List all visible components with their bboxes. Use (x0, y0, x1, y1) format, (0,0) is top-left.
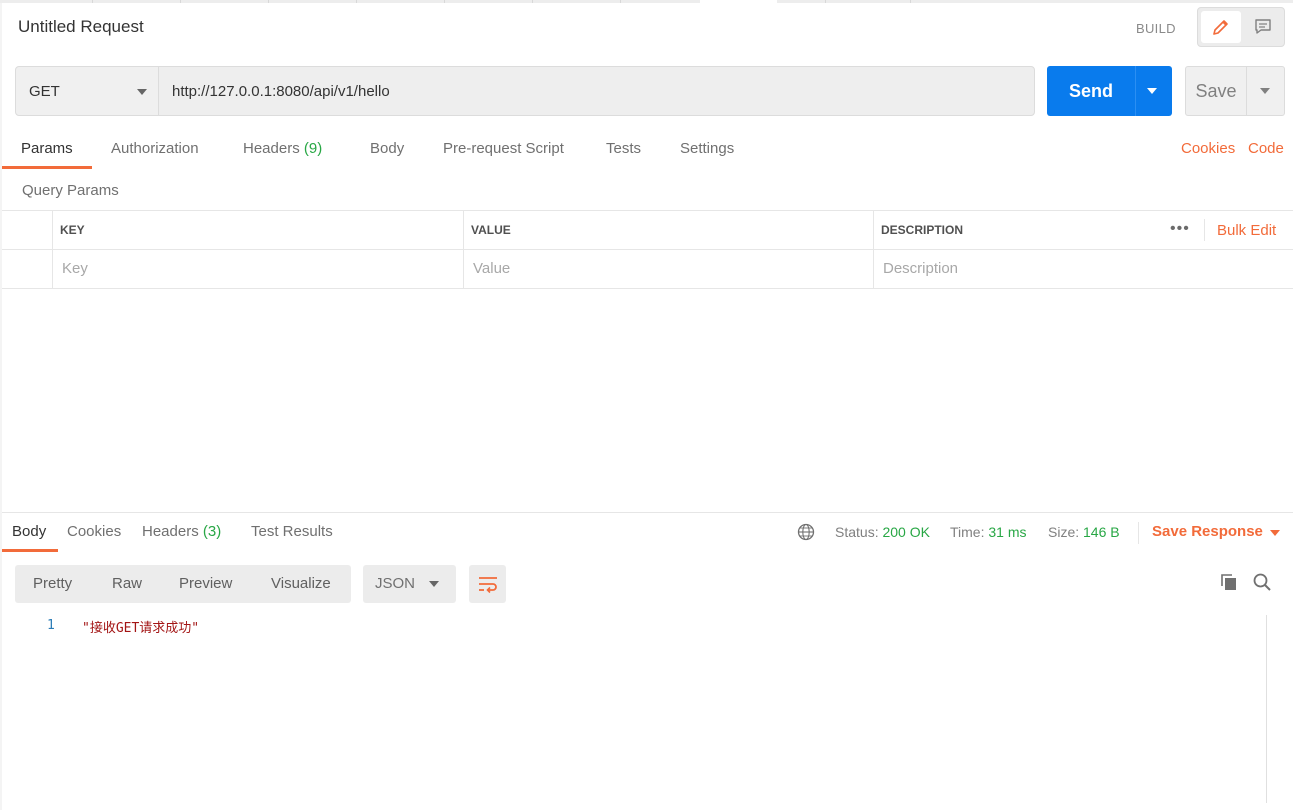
line-number: 1 (47, 618, 55, 633)
active-response-tab-indicator (2, 549, 58, 552)
tab-settings[interactable]: Settings (680, 140, 734, 157)
time-value: 31 ms (988, 524, 1027, 540)
bulk-edit-link[interactable]: Bulk Edit (1217, 222, 1276, 239)
send-button[interactable]: Send (1047, 66, 1172, 116)
response-divider (2, 512, 1293, 513)
request-tabs-strip (0, 0, 1293, 3)
view-mode-group: Pretty Raw Preview Visualize (15, 565, 351, 603)
value-column-header: VALUE (471, 223, 511, 237)
copy-icon[interactable] (1219, 572, 1239, 597)
key-input[interactable]: Key (53, 250, 463, 288)
request-tabs: Params Authorization Headers (9) Body Pr… (0, 130, 1293, 170)
status-info: Status: 200 OK (835, 524, 930, 540)
save-response-options-icon[interactable] (1270, 530, 1280, 536)
response-tab-body[interactable]: Body (12, 523, 46, 540)
table-header-row: KEY VALUE DESCRIPTION ••• Bulk Edit (2, 211, 1293, 250)
tab-pre-request-script[interactable]: Pre-request Script (443, 140, 564, 157)
mode-toggle (1197, 7, 1285, 47)
comment-icon[interactable] (1244, 11, 1282, 43)
format-select[interactable]: JSON (363, 565, 456, 603)
save-response-button[interactable]: Save Response (1152, 523, 1263, 540)
method-value: GET (29, 83, 60, 100)
view-pretty-button[interactable]: Pretty (33, 575, 72, 592)
status-value: 200 OK (882, 524, 930, 540)
build-mode-label: BUILD (1136, 21, 1176, 36)
table-row: Key Value Description (2, 250, 1293, 289)
key-column-header: KEY (60, 223, 85, 237)
tab-headers[interactable]: Headers (9) (243, 140, 322, 157)
view-preview-button[interactable]: Preview (179, 575, 232, 592)
tab-body[interactable]: Body (370, 140, 404, 157)
send-options-icon[interactable] (1147, 88, 1157, 94)
search-icon[interactable] (1252, 572, 1272, 597)
size-value: 146 B (1083, 524, 1120, 540)
tab-tests[interactable]: Tests (606, 140, 641, 157)
cookies-link[interactable]: Cookies (1181, 140, 1235, 157)
globe-icon[interactable] (797, 523, 815, 544)
wrap-icon[interactable] (469, 565, 506, 603)
time-info: Time: 31 ms (950, 524, 1027, 540)
response-headers-count: (3) (202, 523, 222, 540)
editor-scrollbar[interactable] (1266, 615, 1284, 803)
response-tab-test-results[interactable]: Test Results (251, 523, 333, 540)
save-options-icon[interactable] (1260, 88, 1270, 94)
response-tab-cookies[interactable]: Cookies (67, 523, 121, 540)
format-value: JSON (375, 575, 416, 592)
save-label: Save (1195, 81, 1237, 101)
url-input[interactable] (158, 66, 1035, 116)
tab-authorization[interactable]: Authorization (111, 140, 199, 157)
size-info: Size: 146 B (1048, 524, 1120, 540)
left-rail (0, 0, 2, 810)
code-link[interactable]: Code (1248, 140, 1284, 157)
tab-params[interactable]: Params (21, 140, 73, 157)
params-table: KEY VALUE DESCRIPTION ••• Bulk Edit Key … (2, 210, 1293, 289)
query-params-label: Query Params (22, 182, 119, 199)
chevron-down-icon (429, 581, 439, 587)
method-select[interactable]: GET (15, 66, 159, 116)
request-title[interactable]: Untitled Request (18, 17, 144, 37)
description-input[interactable]: Description (874, 250, 1293, 288)
response-body-line: "接收GET请求成功" (82, 621, 200, 636)
response-tab-headers[interactable]: Headers (3) (142, 523, 221, 540)
active-tab-indicator (2, 166, 92, 169)
edit-icon[interactable] (1201, 11, 1241, 43)
save-button[interactable]: Save (1185, 66, 1285, 116)
view-visualize-button[interactable]: Visualize (271, 575, 331, 592)
more-options-icon[interactable]: ••• (1170, 220, 1190, 238)
view-raw-button[interactable]: Raw (112, 575, 142, 592)
headers-count: (9) (303, 140, 323, 157)
send-label: Send (1068, 81, 1113, 101)
value-input[interactable]: Value (464, 250, 873, 288)
chevron-down-icon (137, 89, 147, 95)
